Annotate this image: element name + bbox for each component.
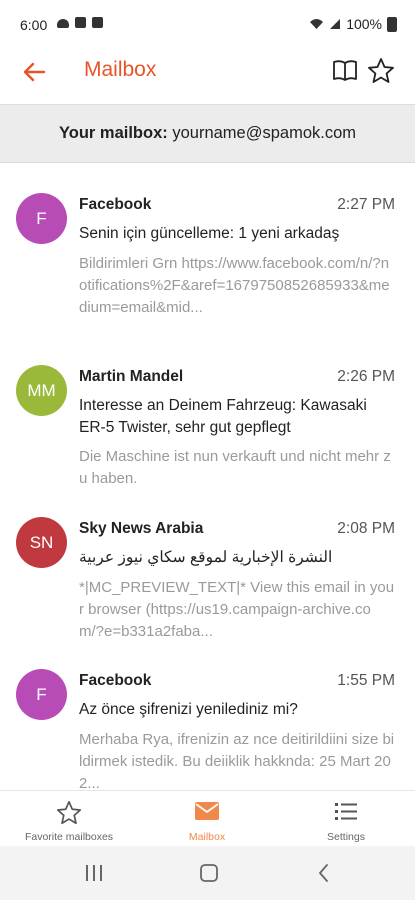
back-arrow-icon[interactable] — [20, 58, 48, 86]
mail-icon — [195, 802, 219, 820]
avatar: F — [16, 193, 67, 244]
app-bar: Mailbox — [0, 46, 415, 104]
signal-icon — [330, 19, 341, 29]
nav-favorite-mailboxes[interactable]: Favorite mailboxes — [0, 791, 138, 847]
email-time: 1:55 PM — [337, 672, 395, 689]
back-icon[interactable] — [316, 864, 332, 882]
mailbox-label: Your mailbox: — [58, 124, 168, 142]
recents-icon[interactable] — [84, 864, 104, 882]
email-time: 2:27 PM — [337, 196, 395, 213]
star-outline-icon[interactable] — [366, 56, 396, 86]
avatar: F — [16, 669, 67, 720]
app-notification-icon — [92, 17, 103, 28]
email-item[interactable]: SN Sky News Arabia 2:08 PM النشرة الإخبا… — [0, 486, 415, 640]
email-time: 2:08 PM — [337, 520, 395, 537]
list-icon — [335, 803, 357, 820]
avatar: MM — [16, 365, 67, 416]
email-time: 2:26 PM — [337, 368, 395, 385]
email-subject: Senin için güncelleme: 1 yeni arkadaş — [79, 225, 340, 242]
star-outline-icon — [56, 800, 82, 825]
mailbox-address: yourname@spamok.com — [172, 124, 357, 142]
email-item[interactable]: F Facebook 1:55 PM Az önce şifrenizi yen… — [0, 638, 415, 790]
status-bar: 6:00 100% — [0, 0, 415, 46]
status-notification-icons — [57, 17, 103, 28]
email-sender: Facebook — [79, 196, 152, 213]
email-list: F Facebook 2:27 PM Senin için güncelleme… — [0, 162, 415, 790]
system-navigation-bar — [0, 846, 415, 900]
status-right: 100% — [309, 16, 397, 32]
email-preview: *|MC_PREVIEW_TEXT|* View this email in y… — [79, 579, 395, 640]
nav-settings[interactable]: Settings — [277, 791, 415, 847]
email-preview: Merhaba Rya, ifrenizin az nce deitirildi… — [79, 731, 395, 790]
email-subject: Az önce şifrenizi yenilediniz mi? — [79, 701, 298, 718]
email-item[interactable]: MM Martin Mandel 2:26 PM Interesse an De… — [0, 334, 415, 487]
email-preview: Die Maschine ist nun verkauft und nicht … — [79, 448, 391, 487]
cloud-icon — [57, 19, 69, 28]
nav-label: Favorite mailboxes — [24, 831, 114, 843]
email-subject: Interesse an Deinem Fahrzeug: Kawasaki E… — [79, 397, 367, 436]
email-preview: Bildirimleri Grn https://www.facebook.co… — [79, 255, 390, 316]
book-icon[interactable] — [331, 57, 359, 85]
avatar: SN — [16, 517, 67, 568]
bottom-navigation: Favorite mailboxes Mailbox Settings — [0, 790, 415, 847]
home-icon[interactable] — [199, 864, 219, 882]
battery-percent: 100% — [346, 16, 382, 32]
email-sender: Sky News Arabia — [79, 520, 204, 537]
nav-label: Mailbox — [188, 831, 226, 843]
page-title: Mailbox — [84, 58, 157, 81]
battery-icon — [387, 16, 397, 32]
image-icon — [75, 17, 86, 28]
email-sender: Facebook — [79, 672, 152, 689]
mailbox-address-bar: Your mailbox: yourname@spamok.com — [0, 104, 415, 163]
email-item[interactable]: F Facebook 2:27 PM Senin için güncelleme… — [0, 162, 415, 334]
email-sender: Martin Mandel — [79, 368, 184, 385]
nav-mailbox[interactable]: Mailbox — [138, 791, 276, 847]
nav-label: Settings — [327, 831, 365, 843]
email-subject: النشرة الإخبارية لموقع سكاي نيوز عربية — [79, 549, 333, 566]
wifi-icon — [310, 19, 324, 29]
status-time: 6:00 — [20, 17, 48, 33]
